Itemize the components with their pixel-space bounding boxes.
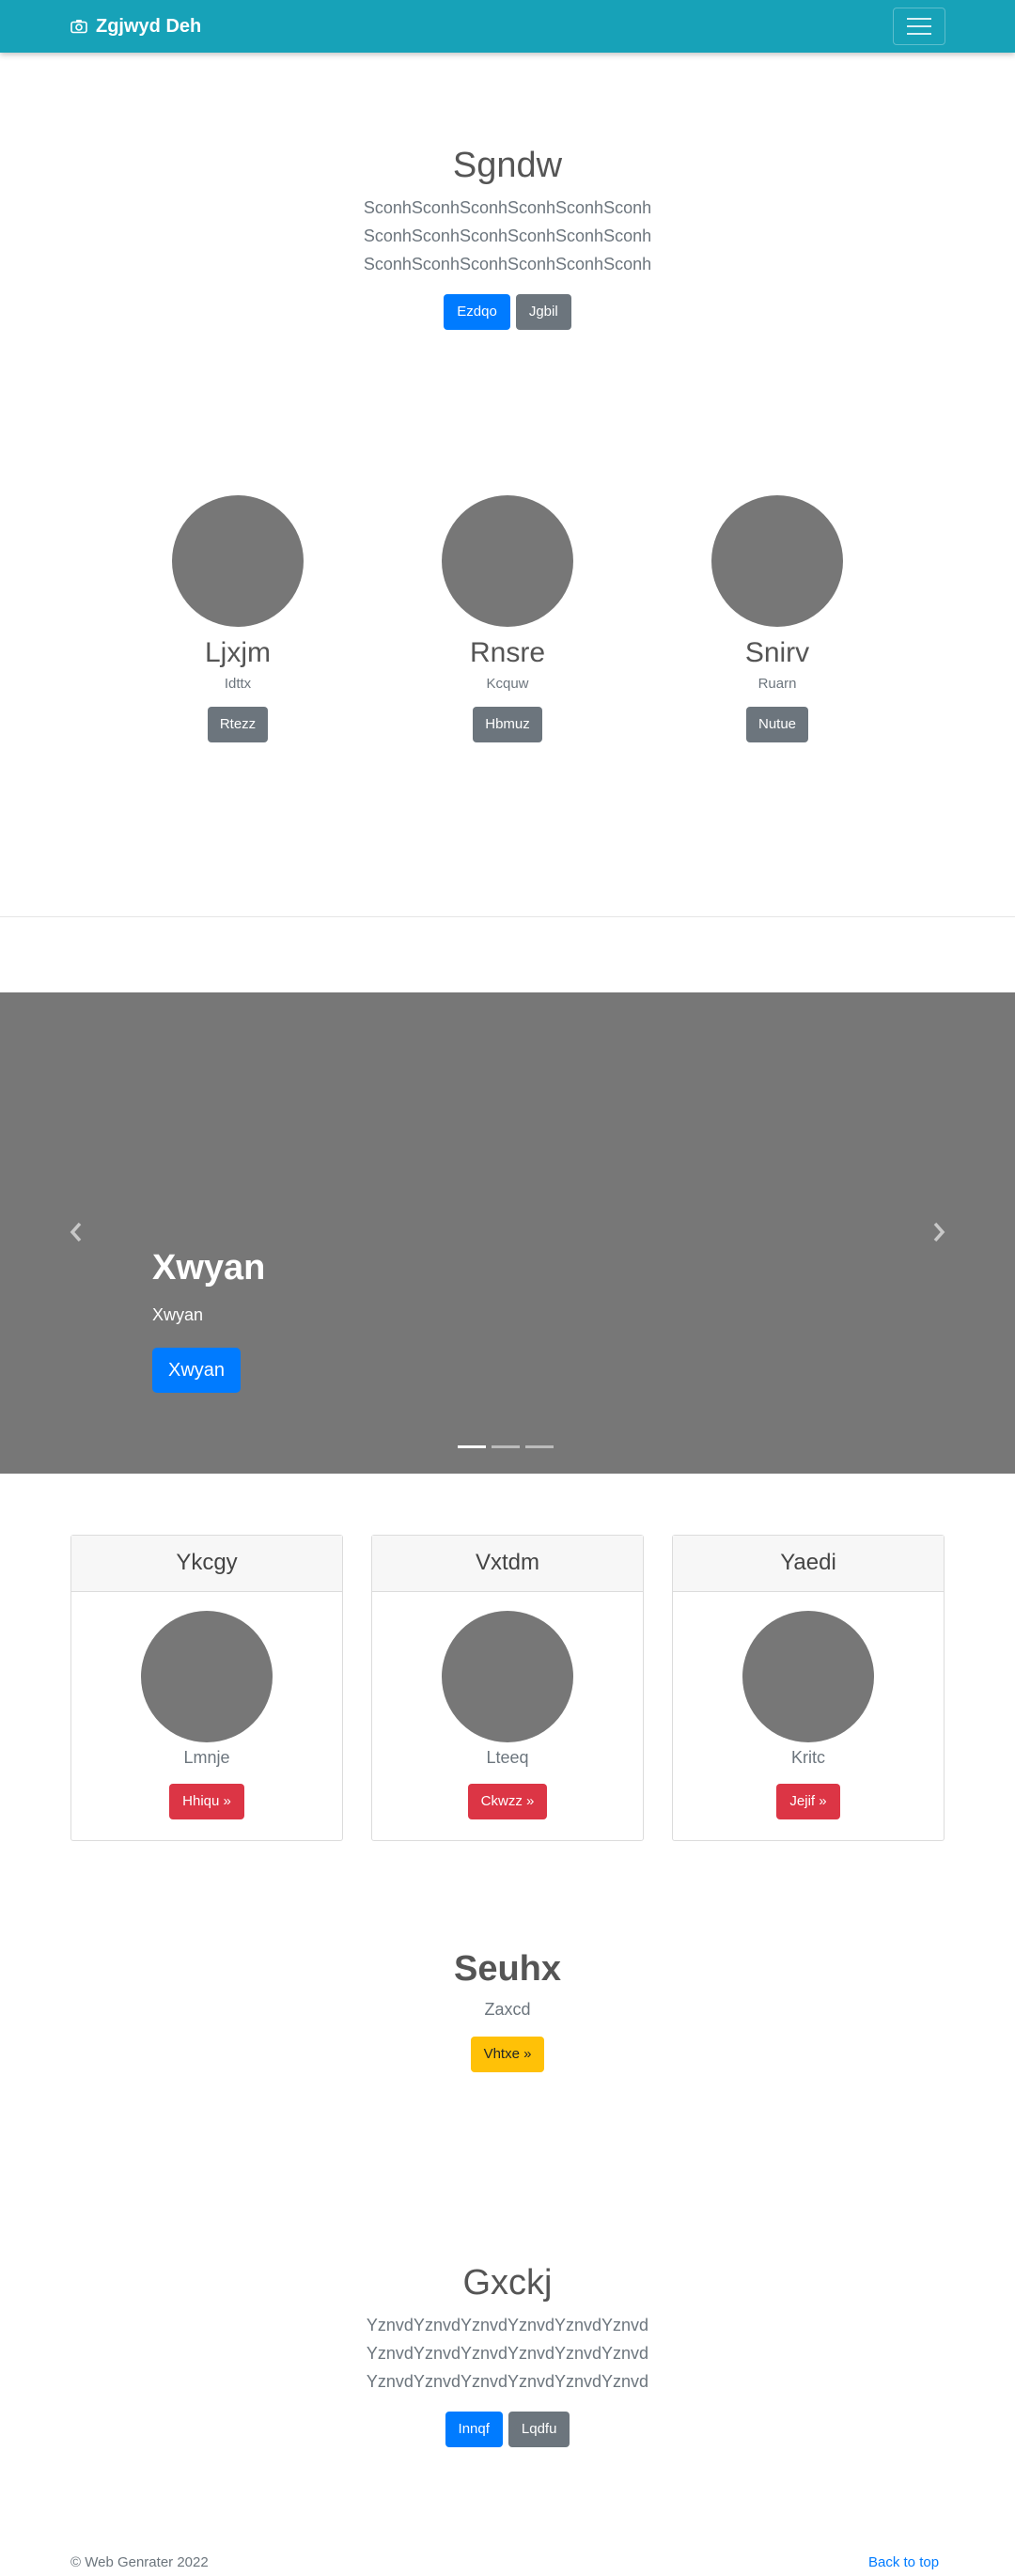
hero-secondary-button[interactable]: Jgbil — [515, 294, 571, 330]
back-to-top-link[interactable]: Back to top — [868, 2554, 939, 2570]
person-name: Snirv — [744, 637, 810, 668]
chevron-left-icon — [70, 1222, 82, 1242]
hero-text-line: SconhSconhSconhSconhSconhSconh — [363, 226, 652, 245]
person-card: Snirv Ruarn Nutue — [674, 495, 881, 742]
card-header: Ykcgy — [71, 1536, 342, 1592]
footer-copyright: © Web Genrater 2022 — [70, 2554, 209, 2570]
person-card: Ljxjm Idttx Rtezz — [134, 495, 341, 742]
feature-card: Vxtdm Lteeq Ckwzz » — [371, 1535, 644, 1841]
feature-card: Ykcgy Lmnje Hhiqu » — [70, 1535, 343, 1841]
carousel-indicators — [458, 1445, 554, 1448]
second-hero-text-line: YznvdYznvdYznvdYznvdYznvdYznvd — [366, 2372, 649, 2391]
camera-icon — [70, 20, 87, 34]
person-button[interactable]: Nutue — [745, 707, 809, 742]
person-name: Rnsre — [469, 637, 546, 668]
brand-text: Zgjwyd Deh — [96, 15, 202, 37]
navbar-brand[interactable]: Zgjwyd Deh — [70, 14, 201, 39]
card-button[interactable]: Ckwzz » — [467, 1784, 548, 1819]
avatar-placeholder — [172, 495, 304, 627]
carousel-caption-subtitle: Xwyan — [152, 1305, 204, 1324]
hamburger-icon-bar — [907, 25, 931, 27]
callout-title: Seuhx — [453, 1949, 562, 1989]
hero-text-line: SconhSconhSconhSconhSconhSconh — [363, 255, 652, 273]
navbar-toggler[interactable] — [893, 8, 945, 45]
second-hero-primary-button[interactable]: Innqf — [445, 2412, 503, 2447]
hero-section: Sgndw SconhSconhSconhSconhSconhSconh Sco… — [0, 146, 1015, 330]
second-hero-text-line: YznvdYznvdYznvdYznvdYznvdYznvd — [366, 2316, 649, 2334]
person-button[interactable]: Rtezz — [207, 707, 269, 742]
card-button[interactable]: Hhiqu » — [169, 1784, 244, 1819]
second-hero-title: Gxckj — [462, 2263, 553, 2303]
feature-card: Yaedi Kritc Jejif » — [672, 1535, 945, 1841]
callout-button[interactable]: Vhtxe » — [470, 2037, 545, 2072]
person-subtitle: Kcquw — [486, 676, 529, 692]
carousel-indicator[interactable] — [492, 1445, 520, 1448]
carousel: Xwyan Xwyan Xwyan — [0, 992, 1015, 1474]
avatar-placeholder — [742, 1611, 874, 1742]
person-name: Ljxjm — [204, 637, 271, 668]
card-button[interactable]: Jejif » — [776, 1784, 840, 1819]
avatar-placeholder — [141, 1611, 273, 1742]
person-subtitle: Ruarn — [757, 676, 797, 692]
second-hero-text-line: YznvdYznvdYznvdYznvdYznvdYznvd — [366, 2344, 649, 2363]
carousel-indicator[interactable] — [525, 1445, 554, 1448]
card-label: Lteeq — [486, 1748, 529, 1767]
avatar-placeholder — [711, 495, 843, 627]
section-divider — [0, 916, 1015, 917]
second-hero-secondary-button[interactable]: Lqdfu — [508, 2412, 570, 2447]
card-header: Vxtdm — [372, 1536, 643, 1592]
hero-text-line: SconhSconhSconhSconhSconhSconh — [363, 198, 652, 217]
card-label: Lmnje — [183, 1748, 230, 1767]
carousel-prev-button[interactable] — [62, 1218, 90, 1246]
callout-subtitle: Zaxcd — [484, 2000, 531, 2019]
person-subtitle: Idttx — [224, 676, 252, 692]
navbar: Zgjwyd Deh — [0, 0, 1015, 53]
hamburger-icon-bar — [907, 18, 931, 20]
person-card: Rnsre Kcquw Hbmuz — [404, 495, 611, 742]
card-label: Kritc — [791, 1748, 825, 1767]
hero-title: Sgndw — [452, 146, 563, 185]
chevron-right-icon — [933, 1222, 945, 1242]
carousel-next-button[interactable] — [925, 1218, 953, 1246]
second-hero-section: Gxckj YznvdYznvdYznvdYznvdYznvdYznvd Yzn… — [0, 2263, 1015, 2447]
avatar-placeholder — [442, 495, 573, 627]
hero-primary-button[interactable]: Ezdqo — [444, 294, 510, 330]
card-header: Yaedi — [673, 1536, 944, 1592]
carousel-caption-title: Xwyan — [152, 1248, 266, 1288]
hamburger-icon-bar — [907, 33, 931, 35]
carousel-caption-button[interactable]: Xwyan — [152, 1348, 242, 1393]
callout-section: Seuhx Zaxcd Vhtxe » — [0, 1949, 1015, 2072]
person-button[interactable]: Hbmuz — [473, 707, 542, 742]
avatar-placeholder — [442, 1611, 573, 1742]
carousel-indicator[interactable] — [458, 1445, 486, 1448]
